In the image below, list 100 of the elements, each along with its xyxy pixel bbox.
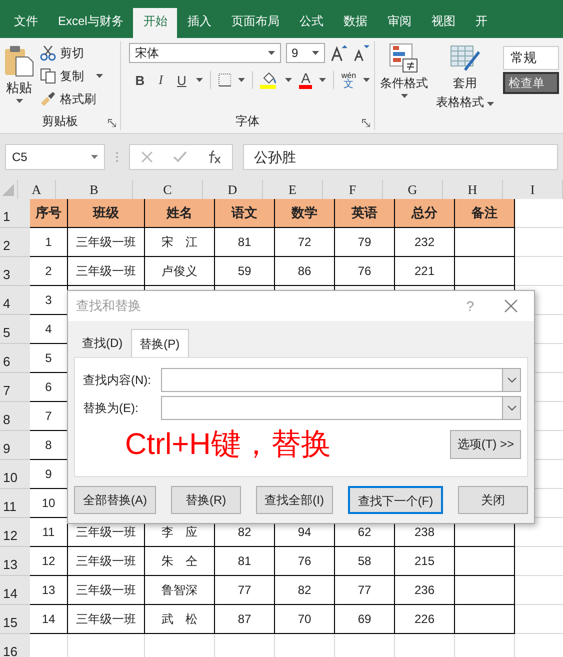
column-header[interactable]: F xyxy=(323,180,383,199)
dialog-button[interactable]: 替换(R) xyxy=(170,486,241,514)
dialog-launcher-icon[interactable] xyxy=(362,119,370,127)
header-cell: 姓名 xyxy=(145,199,215,228)
row-header[interactable]: 13 xyxy=(0,547,30,576)
shrink-font-icon[interactable] xyxy=(352,44,370,62)
empty-cell xyxy=(455,547,515,576)
ribbon-tab[interactable]: 页面布局 xyxy=(221,8,290,38)
table-cell: 79 xyxy=(335,228,395,257)
italic-button[interactable]: I xyxy=(154,72,168,88)
column-header[interactable]: E xyxy=(263,180,323,199)
row-header[interactable]: 4 xyxy=(0,286,30,315)
font-name-field[interactable]: 宋体 xyxy=(129,43,281,63)
caret-icon xyxy=(319,78,326,82)
table-cell: 77 xyxy=(335,576,395,605)
borders-icon[interactable] xyxy=(218,73,232,87)
conditional-formatting-button[interactable]: 条件格式 xyxy=(379,43,429,128)
copy-button[interactable]: 复制 xyxy=(40,66,103,86)
table-cell: 82 xyxy=(275,576,335,605)
dialog-tab[interactable]: 替换(P) xyxy=(130,329,189,357)
row-header[interactable]: 10 xyxy=(0,460,30,489)
row-header[interactable]: 5 xyxy=(0,315,30,344)
table-brush-icon xyxy=(450,43,480,73)
row-header[interactable]: 3 xyxy=(0,257,30,286)
dialog-launcher-icon[interactable] xyxy=(108,119,116,127)
dialog-button[interactable]: 查找全部(I) xyxy=(256,486,333,514)
column-header[interactable]: B xyxy=(56,180,133,199)
close-icon[interactable] xyxy=(504,299,518,313)
column-header[interactable]: C xyxy=(133,180,203,199)
table-cell: 三年级一班 xyxy=(68,257,145,286)
replace-field[interactable] xyxy=(161,396,521,420)
column-header[interactable]: I xyxy=(503,180,563,199)
ribbon-tab[interactable]: 公式 xyxy=(289,8,334,38)
table-cell: 77 xyxy=(215,576,275,605)
table-cell: 236 xyxy=(395,576,455,605)
number-format-field[interactable]: 常规 xyxy=(503,46,559,70)
dialog-button[interactable]: 查找下一个(F) xyxy=(348,486,444,514)
table-cell: 70 xyxy=(275,605,335,634)
header-cell: 序号 xyxy=(30,199,68,228)
row-header[interactable]: 11 xyxy=(0,489,30,518)
column-header[interactable]: D xyxy=(203,180,263,199)
underline-button[interactable]: U xyxy=(174,72,189,88)
ribbon-tab[interactable]: 开 xyxy=(465,8,498,38)
header-cell: 备注 xyxy=(455,199,515,228)
ribbon-tab[interactable]: 视图 xyxy=(421,8,466,38)
function-icon[interactable] xyxy=(206,150,222,164)
caret-icon xyxy=(285,78,292,82)
name-box[interactable]: C5 xyxy=(5,144,105,170)
row-header[interactable]: 2 xyxy=(0,228,30,257)
row-header[interactable]: 12 xyxy=(0,518,30,547)
ribbon-tab[interactable]: 插入 xyxy=(177,8,222,38)
brush-icon xyxy=(40,91,56,107)
cell-style-button[interactable]: 检查单 xyxy=(503,72,559,94)
header-cell: 总分 xyxy=(395,199,455,228)
table-cell: 58 xyxy=(335,547,395,576)
scissors-icon xyxy=(40,45,56,61)
ribbon-tab[interactable]: 审阅 xyxy=(377,8,422,38)
header-cell: 英语 xyxy=(335,199,395,228)
drag-handle-icon[interactable] xyxy=(115,150,119,164)
font-size-field[interactable]: 9 xyxy=(286,43,325,63)
caret-icon xyxy=(196,78,203,82)
paste-button[interactable]: 粘贴 xyxy=(4,43,34,110)
dialog-button[interactable]: 全部替换(A) xyxy=(74,486,156,514)
row-header[interactable]: 6 xyxy=(0,344,30,373)
cut-button[interactable]: 剪切 xyxy=(40,43,103,63)
check-icon[interactable] xyxy=(172,150,187,164)
font-color-button[interactable]: A xyxy=(299,71,312,89)
options-button[interactable]: 选项(T) >> xyxy=(450,430,521,459)
table-cell: 215 xyxy=(395,547,455,576)
row-header[interactable]: 16 xyxy=(0,634,30,657)
ribbon-tab[interactable]: 数据 xyxy=(333,8,378,38)
clipboard-icon xyxy=(4,45,34,77)
column-header[interactable]: H xyxy=(443,180,503,199)
table-cell: 14 xyxy=(30,605,68,634)
ribbon-tab[interactable]: 开始 xyxy=(133,8,178,38)
row-header[interactable]: 8 xyxy=(0,402,30,431)
bold-button[interactable]: B xyxy=(133,72,147,88)
caret-icon xyxy=(400,94,408,98)
row-header[interactable]: 7 xyxy=(0,373,30,402)
empty-cell xyxy=(455,228,515,257)
column-header[interactable]: A xyxy=(18,180,56,199)
row-header[interactable]: 1 xyxy=(0,199,30,228)
format-as-table-button[interactable]: 套用 表格格式 xyxy=(435,43,496,128)
phonetic-button[interactable]: wén 文 xyxy=(341,71,356,89)
grow-font-icon[interactable] xyxy=(330,44,348,62)
row-header[interactable]: 15 xyxy=(0,605,30,634)
dialog-tab[interactable]: 查找(D) xyxy=(74,329,131,357)
fill-color-icon[interactable] xyxy=(260,71,278,89)
row-header[interactable]: 9 xyxy=(0,431,30,460)
table-cell: 宋 江 xyxy=(145,228,215,257)
row-header[interactable]: 14 xyxy=(0,576,30,605)
formula-field[interactable]: 公孙胜 xyxy=(243,144,558,170)
format-painter-button[interactable]: 格式刷 xyxy=(40,89,103,109)
dialog-button[interactable]: 关闭 xyxy=(458,486,528,514)
column-header[interactable]: G xyxy=(383,180,443,199)
table-cell: 2 xyxy=(30,257,68,286)
header-cell: 数学 xyxy=(275,199,335,228)
find-field[interactable] xyxy=(161,368,521,392)
ribbon-tab[interactable]: 文件 xyxy=(4,8,48,38)
ribbon-tab[interactable]: Excel与财务 xyxy=(48,8,134,38)
